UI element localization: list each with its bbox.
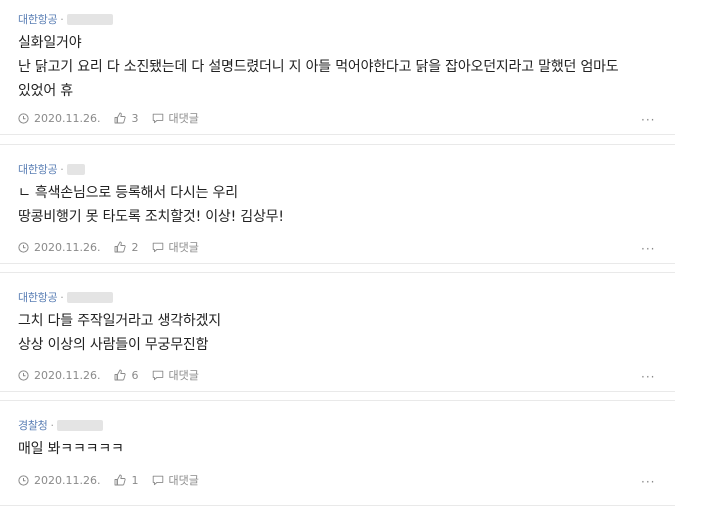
- speech-bubble-icon: [153, 242, 164, 252]
- comment-meta: 대한항공 ·: [18, 162, 85, 176]
- comment-body: 매일 봐ㅋㅋㅋㅋㅋ: [18, 437, 124, 461]
- author-separator: ·: [60, 290, 64, 304]
- comment-line: 그치 다들 주작일거라고 생각하겠지: [18, 313, 221, 329]
- comment-body: 실화일거야 난 닭고기 요리 다 소진됐는데 다 설명드렸더니 지 아들 먹어야…: [18, 31, 619, 103]
- comment-line: 실화일거야: [18, 35, 82, 51]
- comment-author[interactable]: 대한항공: [18, 289, 58, 305]
- comment-date: 2020.11.26.: [18, 241, 100, 254]
- comment-item: 대한항공 · 그치 다들 주작일거라고 생각하겠지 상상 이상의 사람들이 무궁…: [0, 272, 675, 392]
- comment-meta: 경찰청 ·: [18, 418, 103, 432]
- comment-date: 2020.11.26.: [18, 369, 100, 382]
- date-text: 2020.11.26.: [34, 111, 101, 125]
- comment-item: 대한항공 · 실화일거야 난 닭고기 요리 다 소진됐는데 다 설명드렸더니 지…: [0, 0, 675, 135]
- speech-bubble-icon: [153, 370, 164, 380]
- like-button[interactable]: 1: [114, 474, 138, 487]
- comment-footer: 2020.11.26. 2 대댓글: [18, 239, 199, 255]
- comment-line: 있었어 휴: [18, 83, 73, 99]
- like-button[interactable]: 3: [114, 112, 138, 125]
- comment-body: 그치 다들 주작일거라고 생각하겠지 상상 이상의 사람들이 무궁무진함: [18, 309, 221, 357]
- comment-author[interactable]: 대한항공: [18, 161, 58, 177]
- clock-icon: [18, 112, 29, 124]
- author-separator: ·: [60, 12, 64, 26]
- date-text: 2020.11.26.: [34, 368, 101, 382]
- comment-line: 매일 봐ㅋㅋㅋㅋㅋ: [18, 441, 124, 457]
- speech-bubble-icon: [153, 113, 164, 123]
- thumbs-up-icon: [115, 474, 127, 486]
- author-separator: ·: [60, 162, 64, 176]
- speech-bubble-icon: [153, 475, 164, 485]
- comment-list: 대한항공 · 실화일거야 난 닭고기 요리 다 소진됐는데 다 설명드렸더니 지…: [0, 0, 720, 510]
- thumbs-up-icon: [115, 112, 127, 124]
- date-text: 2020.11.26.: [34, 240, 101, 254]
- comment-item: 경찰청 · 매일 봐ㅋㅋㅋㅋㅋ 2020.11.26. 1 대댓글 ···: [0, 400, 675, 506]
- comment-line: ㄴ 흑색손님으로 등록해서 다시는 우리: [18, 185, 238, 201]
- comment-footer: 2020.11.26. 1 대댓글: [18, 472, 199, 488]
- comment-line: 땅콩비행기 못 타도록 조치할것! 이상! 김상무!: [18, 209, 284, 225]
- blurred-nickname: [66, 13, 113, 25]
- comment-date: 2020.11.26.: [18, 474, 100, 487]
- comment-meta: 대한항공 ·: [18, 290, 113, 304]
- clock-icon: [18, 369, 29, 381]
- reply-button[interactable]: 대댓글: [152, 472, 199, 488]
- reply-button[interactable]: 대댓글: [152, 239, 199, 255]
- date-text: 2020.11.26.: [34, 473, 101, 487]
- like-button[interactable]: 2: [114, 241, 138, 254]
- reply-label: 대댓글: [168, 369, 199, 382]
- more-options-button[interactable]: ···: [641, 114, 657, 130]
- comment-body: ㄴ 흑색손님으로 등록해서 다시는 우리 땅콩비행기 못 타도록 조치할것! 이…: [18, 181, 284, 229]
- thumbs-up-icon: [115, 369, 127, 381]
- like-button[interactable]: 6: [114, 369, 138, 382]
- like-count: 3: [131, 111, 139, 125]
- blurred-nickname: [66, 291, 113, 303]
- more-options-button[interactable]: ···: [641, 371, 657, 387]
- more-options-button[interactable]: ···: [641, 243, 657, 259]
- comment-author[interactable]: 경찰청: [18, 417, 48, 433]
- reply-label: 대댓글: [168, 241, 199, 254]
- more-options-button[interactable]: ···: [641, 476, 657, 492]
- comment-line: 상상 이상의 사람들이 무궁무진함: [18, 337, 209, 353]
- blurred-nickname: [66, 163, 85, 175]
- author-separator: ·: [50, 418, 54, 432]
- comment-footer: 2020.11.26. 6 대댓글: [18, 367, 199, 383]
- like-count: 6: [131, 368, 139, 382]
- like-count: 1: [131, 473, 139, 487]
- thumbs-up-icon: [115, 241, 127, 253]
- reply-label: 대댓글: [168, 112, 199, 125]
- comment-line: 난 닭고기 요리 다 소진됐는데 다 설명드렸더니 지 아들 먹어야한다고 닭을…: [18, 59, 619, 75]
- comment-meta: 대한항공 ·: [18, 12, 113, 26]
- comment-footer: 2020.11.26. 3 대댓글: [18, 110, 199, 126]
- blurred-nickname: [56, 419, 103, 431]
- comment-author[interactable]: 대한항공: [18, 11, 58, 27]
- like-count: 2: [131, 240, 139, 254]
- comment-item: 대한항공 · ㄴ 흑색손님으로 등록해서 다시는 우리 땅콩비행기 못 타도록 …: [0, 144, 675, 264]
- comment-date: 2020.11.26.: [18, 112, 100, 125]
- clock-icon: [18, 241, 29, 253]
- reply-label: 대댓글: [168, 474, 199, 487]
- reply-button[interactable]: 대댓글: [152, 367, 199, 383]
- clock-icon: [18, 474, 29, 486]
- reply-button[interactable]: 대댓글: [152, 110, 199, 126]
